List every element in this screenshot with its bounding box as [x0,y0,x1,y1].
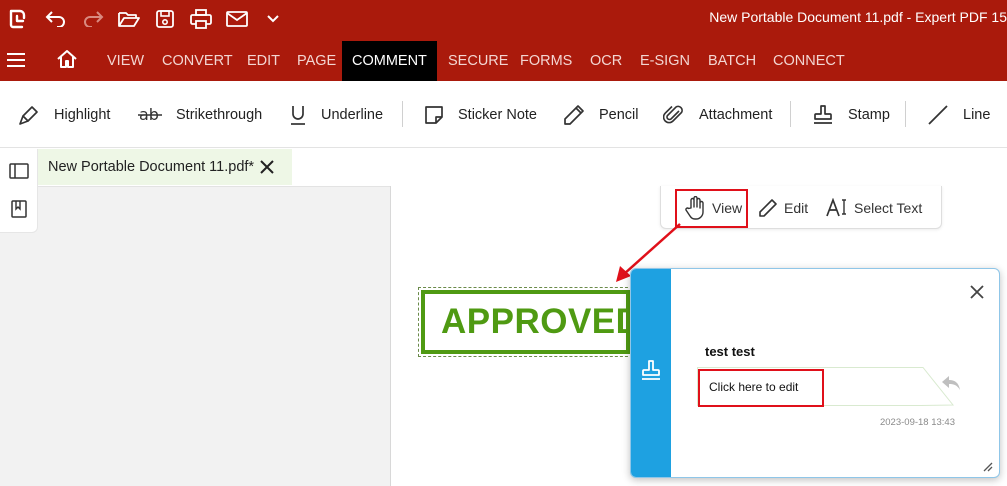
highlighter-icon [19,105,38,125]
sticker-note-button[interactable]: Sticker Note [424,81,537,148]
menu-tab-page[interactable]: PAGE [291,41,342,81]
window-title: New Portable Document 11.pdf - Expert PD… [709,9,1007,25]
chevron-down-icon[interactable] [258,0,288,37]
comment-timestamp: 2023-09-18 13:43 [879,417,955,428]
resize-grip-icon[interactable] [981,459,993,472]
strikethrough-button[interactable]: ab Strikethrough [138,81,262,148]
print-icon[interactable] [186,0,216,37]
popup-accent-strip [631,269,671,477]
text-cursor-icon [826,197,846,216]
approved-stamp-annotation[interactable]: APPROVED [418,287,641,357]
menu-bar: VIEW CONVERT EDIT PAGE COMMENT SECURE FO… [0,37,1007,81]
underline-label: Underline [321,106,384,123]
side-panel-strip [0,149,38,233]
close-icon[interactable] [968,283,986,301]
line-icon [928,104,948,125]
stamp-button[interactable]: Stamp [812,81,890,148]
ribbon-divider [402,101,403,127]
select-text-button[interactable]: Select Text [826,186,922,229]
comment-edit-field[interactable]: Click here to edit [698,369,824,407]
pencil-icon [564,104,584,125]
document-tab[interactable]: New Portable Document 11.pdf* [38,149,292,185]
app-logo-icon[interactable] [2,0,32,37]
select-text-label: Select Text [854,199,923,216]
strikethrough-label: Strikethrough [176,106,263,123]
attachment-button[interactable]: Attachment [663,81,772,148]
document-tab-name: New Portable Document 11.pdf* [48,159,255,175]
menu-tab-view[interactable]: VIEW [101,41,150,81]
open-folder-icon[interactable] [114,0,144,37]
hamburger-menu-icon[interactable] [6,52,26,68]
sticker-note-icon [425,105,443,124]
edit-mode-button[interactable]: Edit [758,186,808,229]
menu-tab-convert[interactable]: CONVERT [156,41,239,81]
comment-author: test test [705,344,755,359]
reply-icon[interactable] [941,375,961,391]
underline-button[interactable]: Underline [289,81,383,148]
edit-mode-label: Edit [784,199,809,216]
pencil-icon [759,198,777,217]
redo-icon[interactable] [78,0,108,37]
stamp-label: Stamp [848,106,890,123]
ribbon-divider [790,101,791,127]
menu-tab-ocr[interactable]: OCR [584,41,628,81]
stamp-text: APPROVED [441,302,642,341]
email-icon[interactable] [222,0,252,37]
menu-tab-secure[interactable]: SECURE [442,41,514,81]
title-bar: New Portable Document 11.pdf - Expert PD… [0,0,1007,37]
save-icon[interactable] [150,0,180,37]
undo-icon[interactable] [41,0,71,37]
menu-tab-connect[interactable]: CONNECT [767,41,851,81]
menu-tab-forms[interactable]: FORMS [514,41,578,81]
menu-tab-e-sign[interactable]: E-SIGN [634,41,696,81]
stamp-icon [640,359,662,383]
comment-edit-placeholder: Click here to edit [709,380,799,394]
paperclip-icon [663,105,683,123]
attachment-label: Attachment [699,106,773,123]
ribbon-divider [905,101,906,127]
close-tab-icon[interactable] [258,158,276,176]
line-label: Line [963,106,991,123]
bookmark-icon[interactable] [9,199,29,219]
home-icon[interactable] [56,49,78,69]
highlight-label: Highlight [54,106,111,123]
pencil-label: Pencil [599,106,639,123]
pencil-button[interactable]: Pencil [563,81,639,148]
line-button[interactable]: Line [927,81,990,148]
sticker-note-label: Sticker Note [458,106,537,123]
highlight-button[interactable]: Highlight [18,81,110,148]
menu-tab-comment[interactable]: COMMENT [342,41,437,81]
comment-ribbon: Highlight ab Strikethrough Underline Sti… [0,81,1007,148]
menu-tab-edit[interactable]: EDIT [241,41,286,81]
underline-icon [291,105,305,125]
stamp-icon [814,104,832,124]
strikethrough-icon: ab [138,105,162,124]
menu-tab-batch[interactable]: BATCH [702,41,762,81]
comment-popup[interactable]: test test Click here to edit 2023-09-18 … [630,268,1000,478]
panel-toggle-icon[interactable] [9,161,29,181]
